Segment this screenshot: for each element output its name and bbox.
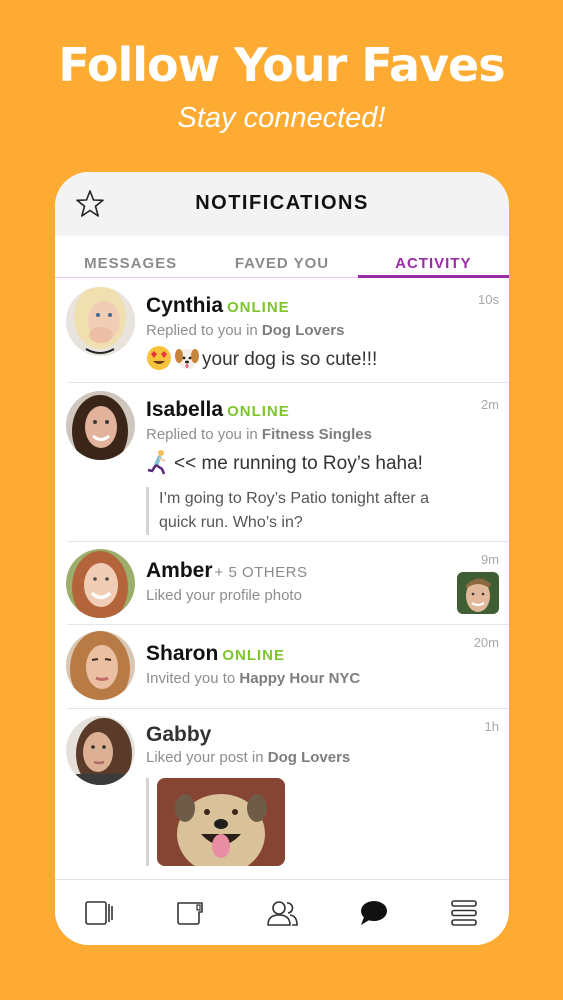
activity-description: Liked your post in Dog Lovers	[146, 748, 449, 768]
avatar[interactable]	[66, 287, 135, 356]
quoted-post[interactable]: I’m going to Roy’s Patio tonight after a…	[146, 487, 436, 535]
avatar[interactable]	[66, 391, 135, 460]
event-link[interactable]: Happy Hour NYC	[239, 670, 360, 687]
message-text: your dog is so cute!!!	[146, 345, 449, 373]
chat-bubble-icon[interactable]	[356, 898, 390, 928]
tab-bar: MESSAGES FAVED YOU ACTIVITY	[55, 236, 509, 278]
online-status: ONLINE	[227, 403, 290, 420]
menu-icon[interactable]	[447, 898, 481, 928]
online-status: ONLINE	[227, 299, 290, 316]
dog-photo[interactable]	[157, 778, 285, 866]
action-text: Replied to you in	[146, 426, 262, 443]
action-text: Liked your post in	[146, 749, 268, 766]
list-item[interactable]: Gabby Liked your post in Dog Lovers 1h	[66, 709, 509, 879]
bottom-nav	[55, 879, 509, 945]
tab-activity[interactable]: ACTIVITY	[357, 236, 509, 278]
activity-description: Liked your profile photo	[146, 586, 449, 606]
phone-screen: NOTIFICATIONS MESSAGES FAVED YOU ACTIVIT…	[55, 172, 509, 945]
action-text: Invited you to	[146, 670, 240, 687]
timestamp: 9m	[480, 552, 499, 567]
group-link[interactable]: Fitness Singles	[262, 426, 372, 443]
user-name[interactable]: Gabby	[146, 723, 211, 746]
message-text: << me running to Roy’s haha!	[146, 449, 449, 477]
tab-faved-you[interactable]: FAVED YOU	[206, 236, 357, 277]
action-text: Liked your profile photo	[146, 587, 302, 604]
activity-description: Replied to you in Fitness Singles	[146, 425, 449, 445]
hero-subtitle: Stay connected!	[177, 102, 386, 134]
page-title: NOTIFICATIONS	[195, 192, 369, 214]
avatar[interactable]	[66, 631, 135, 700]
activity-description: Invited you to Happy Hour NYC	[146, 669, 449, 689]
avatar[interactable]	[66, 549, 135, 618]
list-item[interactable]: Amber + 5 OTHERS Liked your profile photo…	[66, 542, 509, 625]
timestamp: 20m	[473, 635, 499, 650]
message-body: your dog is so cute!!!	[202, 349, 378, 370]
list-item[interactable]: Cynthia ONLINE Replied to you in Dog Love…	[66, 278, 509, 383]
liked-post[interactable]	[146, 778, 449, 866]
others-count[interactable]: + 5 OTHERS	[215, 564, 308, 581]
user-name[interactable]: Isabella	[146, 398, 223, 421]
user-name[interactable]: Sharon	[146, 642, 218, 665]
online-status: ONLINE	[222, 647, 286, 664]
timestamp: 1h	[484, 719, 499, 734]
user-name[interactable]: Cynthia	[146, 294, 223, 317]
dog-face-emoji	[174, 345, 200, 371]
list-item[interactable]: Sharon ONLINE Invited you to Happy Hour N…	[66, 625, 509, 709]
activity-description: Replied to you in Dog Lovers	[146, 321, 449, 341]
avatar[interactable]	[66, 716, 135, 785]
mug-icon[interactable]	[174, 898, 208, 928]
nav-header: NOTIFICATIONS	[55, 172, 509, 236]
cards-icon[interactable]	[83, 898, 117, 928]
list-item[interactable]: Isabella ONLINE Replied to you in Fitness…	[66, 383, 509, 542]
message-body: << me running to Roy’s haha!	[174, 453, 423, 474]
notification-list: Cynthia ONLINE Replied to you in Dog Love…	[55, 278, 509, 879]
group-link[interactable]: Dog Lovers	[262, 322, 345, 339]
woman-running-emoji	[146, 449, 172, 475]
profile-photo-thumbnail[interactable]	[457, 572, 499, 614]
action-text: Replied to you in	[146, 322, 262, 339]
people-icon[interactable]	[265, 898, 299, 928]
group-link[interactable]: Dog Lovers	[268, 749, 351, 766]
tab-messages[interactable]: MESSAGES	[55, 236, 206, 277]
heart-eyes-emoji	[146, 345, 172, 371]
hero-title: Follow Your Faves	[58, 38, 505, 92]
user-name[interactable]: Amber	[146, 559, 213, 582]
timestamp: 2m	[480, 397, 499, 412]
timestamp: 10s	[478, 292, 499, 307]
